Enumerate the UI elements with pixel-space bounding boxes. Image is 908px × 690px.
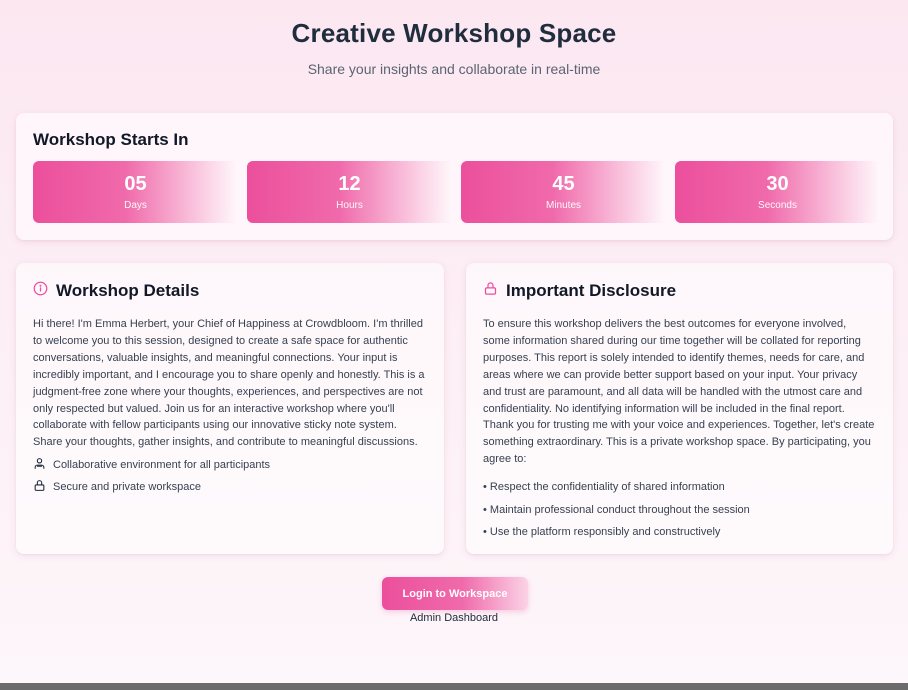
list-item: • Respect the confidentiality of shared … [483,481,725,494]
countdown-title: Workshop Starts In [33,130,189,149]
info-icon [33,281,48,301]
card-header: Workshop Details [33,281,427,301]
card-header: Important Disclosure [483,281,876,301]
feature-item: Secure and private workspace [33,479,427,495]
timer-days: 05 Days [33,161,238,223]
feature-item: Collaborative environment for all partic… [33,457,427,473]
timer-label: Days [124,199,147,211]
feature-text: Secure and private workspace [53,481,201,494]
login-button[interactable]: Login to Workspace [382,577,528,610]
card-title: Important Disclosure [506,281,677,300]
timer-value: 12 [338,172,361,195]
timer-label: Hours [336,199,363,211]
timer-hours: 12 Hours [247,161,452,223]
admin-dashboard-link[interactable]: Admin Dashboard [0,612,908,624]
lock-icon [483,281,498,301]
page-subtitle: Share your insights and collaborate in r… [307,61,601,77]
timer-label: Minutes [545,199,581,211]
important-disclosure-card: Important Disclosure To ensure this work… [466,263,893,554]
users-icon [33,457,46,473]
feature-text: Collaborative environment for all partic… [53,459,271,472]
workshop-details-card: Workshop Details Hi there! I'm Emma Herb… [16,263,444,554]
list-item: • Use the platform responsibly and const… [483,526,721,539]
agreement-list: • Respect the confidentiality of shared … [483,480,876,539]
countdown-card: Workshop Starts In 05 Days 12 Hours 45 M… [16,113,893,240]
card-title: Workshop Details [56,281,200,300]
timer-minutes: 45 Minutes [461,161,666,223]
timer-label: Seconds [758,199,797,211]
lock-icon [33,479,46,495]
timer-value: 45 [552,172,575,195]
page-title: Creative Workshop Space [291,18,617,48]
countdown-timers: 05 Days 12 Hours 45 Minutes 30 Seconds [33,161,880,223]
window-bottom-bar [0,683,908,690]
list-item: • Maintain professional conduct througho… [483,503,750,516]
disclosure-body: To ensure this workshop delivers the bes… [483,318,875,466]
page-header: Creative Workshop Space Share your insig… [0,0,908,77]
details-body: Hi there! I'm Emma Herbert, your Chief o… [33,318,425,449]
timer-value: 05 [124,172,147,195]
timer-seconds: 30 Seconds [675,161,880,223]
timer-value: 30 [766,172,789,195]
